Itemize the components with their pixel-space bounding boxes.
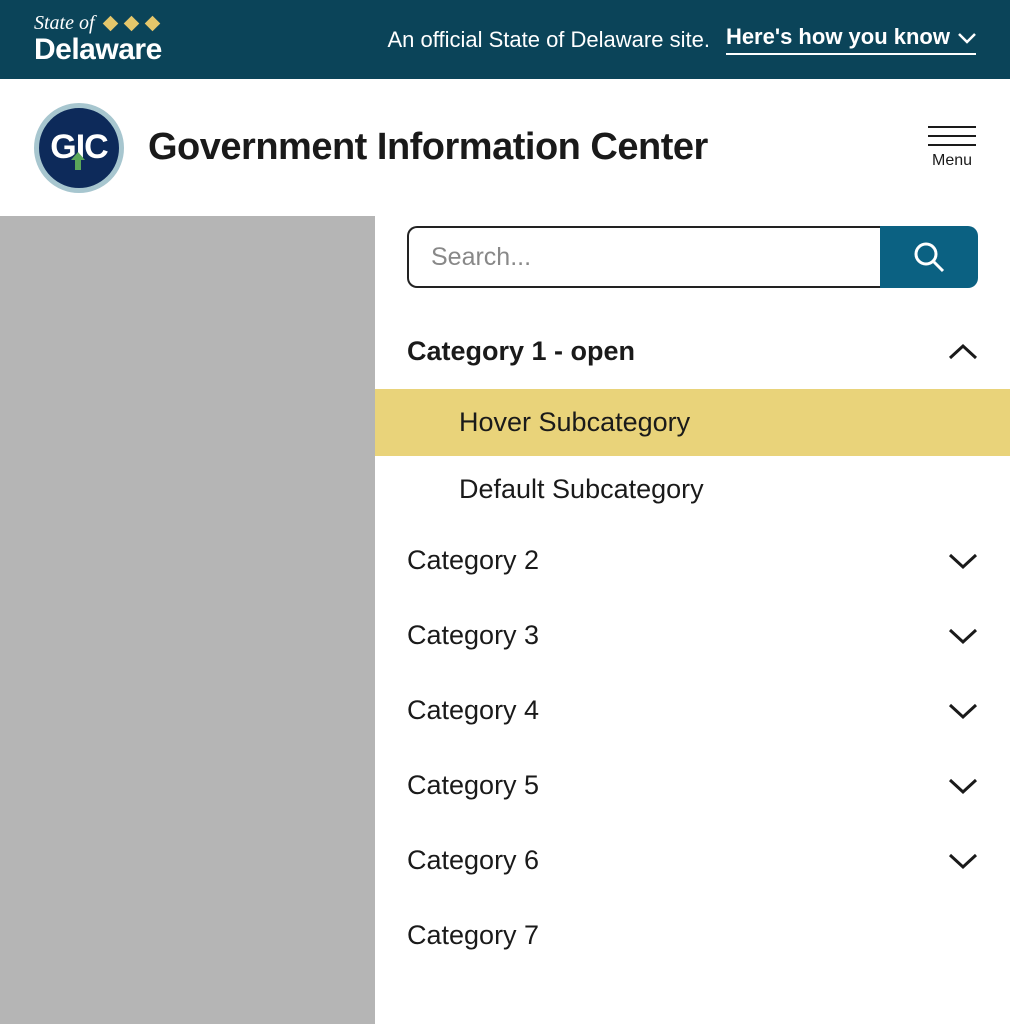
menu-label: Menu [932, 152, 972, 170]
search-icon [912, 240, 946, 274]
arrow-up-icon [71, 152, 85, 170]
subcategory-default[interactable]: Default Subcategory [375, 456, 1010, 523]
category-label: Category 7 [407, 920, 539, 951]
category-row-3[interactable]: Category 3 [407, 598, 978, 673]
chevron-down-icon [948, 852, 978, 870]
sidebar-placeholder [0, 216, 375, 1024]
category-label: Category 2 [407, 545, 539, 576]
diamond-icon [102, 16, 118, 32]
hamburger-icon [928, 126, 976, 146]
main-panel: Category 1 - open Hover Subcategory Defa… [375, 216, 1010, 1024]
search-button[interactable] [880, 226, 978, 288]
chevron-up-icon [948, 343, 978, 361]
category-label: Category 6 [407, 845, 539, 876]
state-banner: State of Delaware An official State of D… [0, 0, 1010, 79]
search-bar [407, 226, 978, 288]
site-title: Government Information Center [148, 126, 708, 169]
state-logo: State of Delaware [34, 12, 162, 67]
chevron-down-icon [948, 702, 978, 720]
category-row-1[interactable]: Category 1 - open [407, 314, 978, 389]
category-row-7[interactable]: Category 7 [407, 898, 978, 973]
chevron-down-icon [948, 552, 978, 570]
subcategory-label: Hover Subcategory [459, 407, 690, 437]
category-row-5[interactable]: Category 5 [407, 748, 978, 823]
state-name: Delaware [34, 33, 162, 67]
diamond-icon [144, 16, 160, 32]
menu-button[interactable]: Menu [928, 126, 976, 170]
official-site-text: An official State of Delaware site. [388, 27, 710, 53]
category-label: Category 4 [407, 695, 539, 726]
category-label: Category 3 [407, 620, 539, 651]
subcategory-label: Default Subcategory [459, 474, 704, 504]
search-input[interactable] [407, 226, 880, 288]
chevron-down-icon [948, 627, 978, 645]
category-row-4[interactable]: Category 4 [407, 673, 978, 748]
content-area: Category 1 - open Hover Subcategory Defa… [0, 216, 1010, 1024]
gic-logo[interactable]: GIC [34, 103, 124, 193]
subcategory-hover[interactable]: Hover Subcategory [375, 389, 1010, 456]
state-logo-top: State of [34, 12, 162, 35]
category-label: Category 1 - open [407, 336, 635, 367]
diamond-icon [123, 16, 139, 32]
category-row-2[interactable]: Category 2 [407, 523, 978, 598]
how-you-know-link[interactable]: Here's how you know [726, 24, 976, 55]
category-row-6[interactable]: Category 6 [407, 823, 978, 898]
site-header: GIC Government Information Center Menu [0, 79, 1010, 216]
chevron-down-icon [948, 777, 978, 795]
how-you-know-label: Here's how you know [726, 24, 950, 50]
category-label: Category 5 [407, 770, 539, 801]
chevron-down-icon [958, 24, 976, 50]
state-of-text: State of [34, 12, 95, 35]
diamond-icons [105, 18, 158, 29]
